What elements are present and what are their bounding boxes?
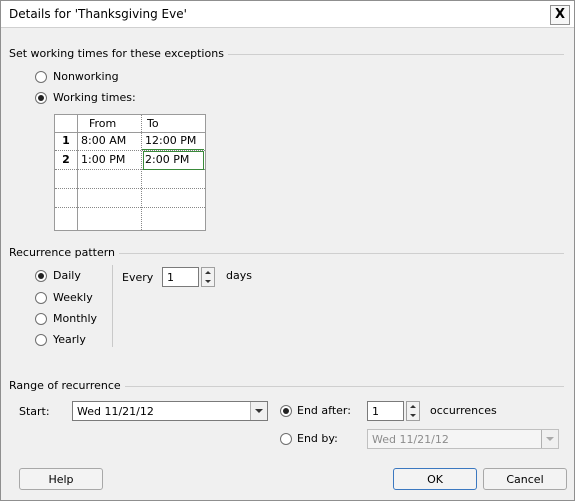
spin-up-icon[interactable] <box>410 405 416 408</box>
every-label: Every <box>122 271 154 284</box>
spin-down-icon[interactable] <box>410 414 416 417</box>
monthly-radio[interactable] <box>35 313 47 325</box>
row-number: 2 <box>62 153 70 166</box>
end-after-input[interactable]: 1 <box>367 401 404 421</box>
end-by-date-value: Wed 11/21/12 <box>372 433 449 446</box>
spin-up-icon[interactable] <box>205 271 211 274</box>
every-spinner[interactable] <box>201 267 215 287</box>
title-bar: Details for 'Thanksgiving Eve' X <box>1 1 574 28</box>
cell-to-active[interactable]: 2:00 PM <box>143 151 204 170</box>
start-label: Start: <box>19 405 50 418</box>
range-group-label: Range of recurrence <box>9 379 125 392</box>
close-button[interactable]: X <box>550 5 570 25</box>
details-dialog: Details for 'Thanksgiving Eve' X Set wor… <box>0 0 575 501</box>
yearly-radio[interactable] <box>35 334 47 346</box>
ok-button[interactable]: OK <box>393 468 477 490</box>
every-input[interactable]: 1 <box>162 267 199 287</box>
days-label: days <box>226 269 252 282</box>
cell-from[interactable]: 1:00 PM <box>81 152 125 168</box>
row-number: 1 <box>62 134 70 147</box>
end-by-label: End by: <box>297 432 338 445</box>
chevron-down-icon[interactable] <box>250 402 267 420</box>
monthly-label: Monthly <box>53 312 98 325</box>
daily-label: Daily <box>53 269 81 282</box>
working-times-label: Working times: <box>53 91 136 104</box>
end-after-label: End after: <box>297 404 351 417</box>
cell-to[interactable]: 12:00 PM <box>145 133 196 149</box>
recurrence-divider <box>112 265 113 347</box>
chevron-down-icon[interactable] <box>541 430 558 448</box>
working-times-grid[interactable]: From To 1 8:00 AM 12:00 PM 2 1:00 PM 2:0… <box>54 114 206 231</box>
cancel-button[interactable]: Cancel <box>483 468 567 490</box>
end-by-date-combo[interactable]: Wed 11/21/12 <box>367 429 559 449</box>
nonworking-radio[interactable] <box>35 71 47 83</box>
nonworking-label: Nonworking <box>53 70 119 83</box>
end-after-radio[interactable] <box>280 405 292 417</box>
end-by-radio[interactable] <box>280 433 292 445</box>
occurrences-label: occurrences <box>430 404 497 417</box>
daily-radio[interactable] <box>35 270 47 282</box>
working-times-group-label: Set working times for these exceptions <box>9 47 228 60</box>
column-header-to: To <box>147 117 159 130</box>
start-date-combo[interactable]: Wed 11/21/12 <box>72 401 268 421</box>
dialog-title: Details for 'Thanksgiving Eve' <box>9 7 187 21</box>
column-header-from: From <box>89 117 117 130</box>
working-times-radio[interactable] <box>35 92 47 104</box>
weekly-label: Weekly <box>53 291 93 304</box>
recurrence-group-label: Recurrence pattern <box>9 246 120 259</box>
weekly-radio[interactable] <box>35 292 47 304</box>
cell-from[interactable]: 8:00 AM <box>81 133 126 149</box>
yearly-label: Yearly <box>53 333 86 346</box>
end-after-spinner[interactable] <box>406 401 420 421</box>
start-date-value: Wed 11/21/12 <box>77 405 154 418</box>
spin-down-icon[interactable] <box>205 280 211 283</box>
help-button[interactable]: Help <box>19 468 103 490</box>
